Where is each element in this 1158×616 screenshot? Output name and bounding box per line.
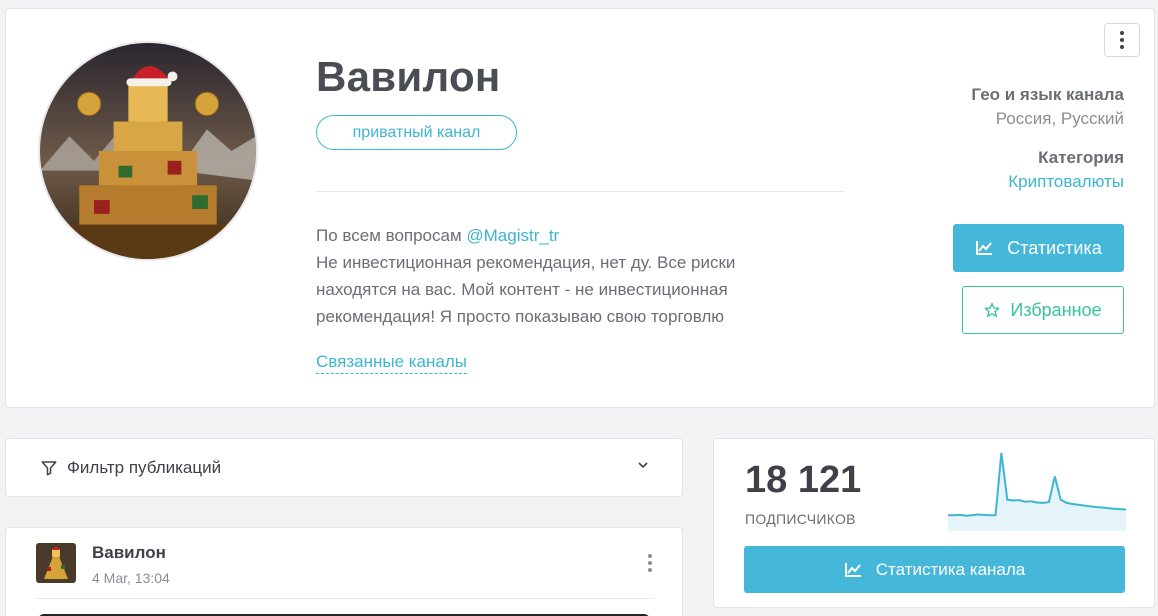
channel-statistics-label: Статистика канала	[875, 559, 1026, 579]
line-chart-icon	[844, 562, 861, 577]
category-link[interactable]: Криптовалюты	[1008, 172, 1124, 192]
related-channels-link[interactable]: Связанные каналы	[316, 352, 467, 374]
star-icon	[985, 302, 1000, 317]
post-author-name[interactable]: Вавилон	[92, 543, 166, 563]
post-date: 4 Mar, 13:04	[92, 570, 170, 586]
sparkline-fill	[948, 453, 1126, 531]
channel-avatar	[38, 41, 258, 261]
publication-filter-toggle[interactable]: Фильтр публикаций	[5, 438, 683, 497]
channel-statistics-button[interactable]: Статистика канала	[744, 546, 1125, 593]
geo-language-value: Россия, Русский	[995, 109, 1124, 128]
statistics-button[interactable]: Статистика	[953, 224, 1124, 272]
post-author-avatar[interactable]	[36, 543, 76, 583]
chevron-down-icon	[638, 462, 648, 469]
private-channel-badge: приватный канал	[316, 115, 517, 150]
statistics-button-label: Статистика	[1007, 237, 1102, 258]
post-card: Вавилон 4 Mar, 13:04	[5, 527, 683, 616]
channel-title: Вавилон	[316, 53, 501, 100]
post-more-button[interactable]	[648, 554, 652, 572]
channel-avatar-image	[40, 43, 256, 259]
contact-link[interactable]: @Magistr_tr	[466, 226, 559, 245]
category-block: Категория Криптовалюты	[1008, 148, 1124, 192]
filter-label: Фильтр публикаций	[67, 458, 222, 477]
more-vertical-icon	[648, 554, 652, 572]
category-label: Категория	[1038, 148, 1124, 167]
favorite-button-label: Избранное	[1010, 299, 1102, 320]
post-avatar-image	[36, 543, 76, 583]
header-divider	[316, 191, 845, 192]
subscriber-label: ПОДПИСЧИКОВ	[745, 511, 856, 527]
more-menu-button[interactable]	[1104, 23, 1140, 57]
description-text: Не инвестиционная рекомендация, нет ду. …	[316, 253, 736, 326]
more-vertical-icon	[1120, 31, 1124, 49]
channel-description: По всем вопросам @Magistr_tr Не инвестиц…	[316, 222, 786, 330]
filter-icon	[41, 461, 57, 476]
subscriber-trend-sparkline	[948, 452, 1126, 531]
subscriber-count: 18 121	[745, 459, 862, 501]
subscribers-card: 18 121 ПОДПИСЧИКОВ Статистика канала	[713, 438, 1155, 608]
line-chart-icon	[976, 241, 993, 255]
geo-language-label: Гео и язык канала	[971, 85, 1124, 104]
description-prefix: По всем вопросам	[316, 226, 467, 245]
channel-header-card: Вавилон приватный канал По всем вопросам…	[5, 8, 1155, 408]
geo-language-block: Гео и язык канала Россия, Русский	[971, 85, 1124, 129]
favorite-button[interactable]: Избранное	[962, 286, 1124, 334]
post-divider	[36, 598, 654, 599]
